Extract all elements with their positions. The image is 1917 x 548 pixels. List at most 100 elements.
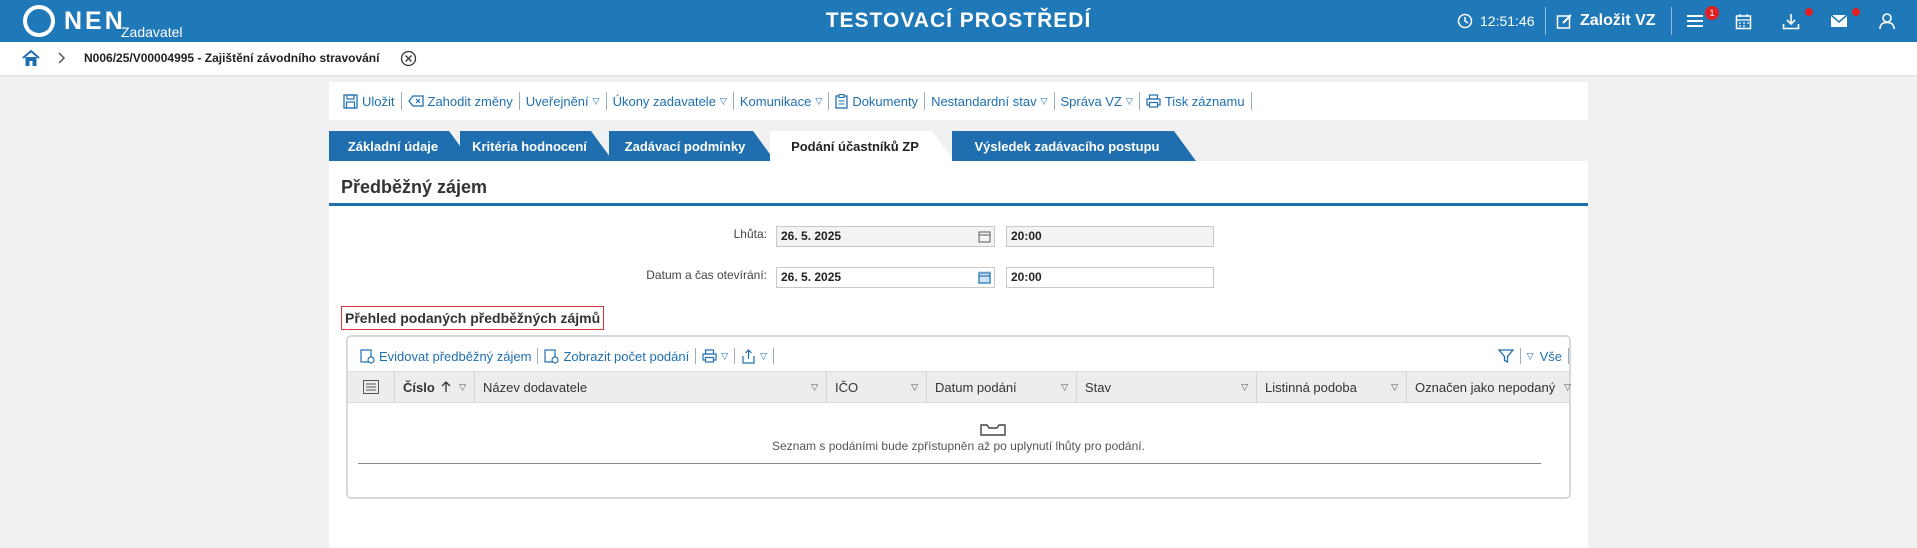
grid-toolbar: Evidovat předběžný zájem Zobrazit počet … [354, 347, 775, 365]
actions-dropdown[interactable]: Úkony zadavatele ▽ [607, 91, 733, 111]
caret-down-icon: ▽ [592, 95, 600, 106]
caret-down-icon: ▽ [1526, 350, 1534, 361]
column-status-label: Stav [1085, 379, 1112, 395]
column-header-marked-unsubmitted[interactable]: Označen jako nepodaný ▽ [1407, 372, 1571, 402]
tab-evaluation-criteria[interactable]: Kritéria hodnocení [460, 131, 613, 161]
actions-label: Úkony zadavatele [612, 93, 716, 109]
notification-badge: 1 [1705, 6, 1719, 20]
admin-label: Správa VZ [1060, 93, 1122, 109]
print-record-button[interactable]: Tisk záznamu [1140, 91, 1251, 111]
column-ico-label: IČO [835, 379, 859, 395]
printer-icon [1146, 94, 1161, 108]
save-button[interactable]: Uložit [337, 91, 401, 111]
notification-dot [1852, 8, 1860, 16]
calendar-icon[interactable] [978, 230, 991, 243]
record-toolbar: Uložit Zahodit změny Uveřejnění ▽ Úkony z… [329, 82, 1588, 120]
empty-message: Seznam s podáními bude zpřístupněn až po… [772, 439, 1145, 453]
caret-down-icon[interactable]: ▽ [911, 382, 918, 393]
tab-tender-conditions[interactable]: Zadávací podmínky [609, 131, 775, 161]
calendar-icon[interactable] [978, 271, 991, 284]
create-vz-button[interactable]: Založit VZ [1556, 0, 1656, 42]
breadcrumb: N006/25/V00004995 - Zajištění závodního … [0, 42, 1917, 75]
caret-down-icon[interactable]: ▽ [1564, 382, 1571, 393]
grid-scrollbar[interactable] [358, 463, 1541, 464]
column-header-paper-form[interactable]: Listinná podoba ▽ [1257, 372, 1407, 402]
show-submission-count-button[interactable]: Zobrazit počet podání [538, 349, 695, 364]
sort-ascending-icon [441, 381, 451, 392]
user-icon [1879, 13, 1895, 30]
deadline-time-field[interactable]: 20:00 [1006, 226, 1214, 247]
caret-down-icon: ▽ [719, 95, 727, 106]
nonstandard-state-dropdown[interactable]: Nestandardní stav ▽ [925, 91, 1053, 111]
export-icon [741, 348, 756, 364]
print-dropdown[interactable]: ▽ [696, 349, 734, 363]
top-bar: NEN Zadavatel TESTOVACÍ PROSTŘEDÍ 12:51:… [0, 0, 1917, 42]
deadline-date-value: 26. 5. 2025 [781, 229, 842, 243]
edit-icon [1556, 13, 1572, 29]
column-header-status[interactable]: Stav ▽ [1077, 372, 1257, 402]
documents-button[interactable]: Dokumenty [829, 91, 924, 111]
export-dropdown[interactable]: ▽ [735, 348, 773, 364]
discard-label: Zahodit změny [427, 93, 513, 109]
download-button[interactable] [1782, 0, 1813, 42]
register-interest-button[interactable]: Evidovat předběžný zájem [354, 349, 537, 364]
caret-down-icon[interactable]: ▽ [1391, 382, 1398, 393]
column-header-ico[interactable]: IČO ▽ [827, 372, 927, 402]
caret-down-icon: ▽ [760, 350, 768, 361]
calendar-icon [1735, 13, 1752, 29]
divider [1250, 92, 1252, 110]
caret-down-icon[interactable]: ▽ [1061, 382, 1068, 393]
mail-icon [1830, 14, 1848, 27]
grid-filter-area: ▽ Vše [1492, 347, 1569, 365]
home-icon[interactable] [22, 50, 40, 67]
register-icon [360, 348, 375, 364]
messages-button[interactable] [1830, 0, 1860, 42]
communication-label: Komunikace [739, 93, 812, 109]
discard-changes-button[interactable]: Zahodit změny [402, 91, 519, 111]
submissions-grid: Evidovat předběžný zájem Zobrazit počet … [346, 335, 1571, 499]
column-settings-button[interactable] [348, 372, 395, 402]
download-icon [1782, 13, 1800, 29]
filter-all-dropdown[interactable]: ▽ Vše [1521, 349, 1568, 364]
communication-dropdown[interactable]: Komunikace ▽ [734, 91, 828, 111]
calendar-button[interactable] [1735, 0, 1752, 42]
column-header-submission-date[interactable]: Datum podání ▽ [927, 372, 1077, 402]
tab-procedure-result[interactable]: Výsledek zadávacího postupu [952, 131, 1196, 161]
column-marked-label: Označen jako nepodaný [1415, 379, 1556, 395]
opening-date-value: 26. 5. 2025 [781, 270, 842, 284]
caret-down-icon[interactable]: ▽ [1241, 382, 1248, 393]
filter-button[interactable] [1492, 348, 1520, 364]
breadcrumb-item-current[interactable]: N006/25/V00004995 - Zajištění závodního … [84, 51, 379, 65]
caret-down-icon: ▽ [1125, 95, 1133, 106]
vz-admin-dropdown[interactable]: Správa VZ ▽ [1055, 91, 1139, 111]
tab-basic-info[interactable]: Základní údaje [329, 131, 471, 161]
count-icon [544, 348, 560, 364]
column-settings-icon [363, 380, 379, 394]
register-label: Evidovat předběžný zájem [379, 348, 532, 364]
hamburger-menu-icon [1687, 15, 1703, 27]
section-title: Předběžný zájem [341, 177, 488, 197]
caret-down-icon[interactable]: ▽ [811, 382, 818, 393]
main-panel: Předběžný zájem Lhůta: 26. 5. 2025 20:00… [329, 161, 1588, 548]
column-paper-label: Listinná podoba [1265, 379, 1357, 395]
caret-down-icon: ▽ [721, 350, 729, 361]
user-button[interactable] [1878, 0, 1896, 42]
discard-icon [407, 94, 424, 108]
publish-dropdown[interactable]: Uveřejnění ▽ [520, 91, 606, 111]
opening-date-field[interactable]: 26. 5. 2025 [776, 267, 995, 288]
caret-down-icon[interactable]: ▽ [459, 382, 466, 393]
nonstandard-label: Nestandardní stav [931, 93, 1037, 109]
menu-button[interactable]: 1 [1686, 0, 1719, 42]
column-header-supplier-name[interactable]: Název dodavatele ▽ [475, 372, 827, 402]
document-icon [835, 93, 848, 109]
tab-participant-submissions[interactable]: Podání účastníků ZP [770, 131, 954, 161]
deadline-label: Lhůta: [733, 227, 767, 241]
opening-time-field[interactable]: 20:00 [1006, 267, 1214, 288]
session-clock: 12:51:46 [1457, 0, 1535, 42]
deadline-date-field[interactable]: 26. 5. 2025 [776, 226, 995, 247]
count-label: Zobrazit počet podání [563, 348, 690, 364]
section-divider [329, 203, 1588, 206]
divider [1671, 7, 1672, 35]
column-header-number[interactable]: Číslo ▽ [395, 372, 475, 402]
close-icon[interactable] [400, 50, 417, 67]
